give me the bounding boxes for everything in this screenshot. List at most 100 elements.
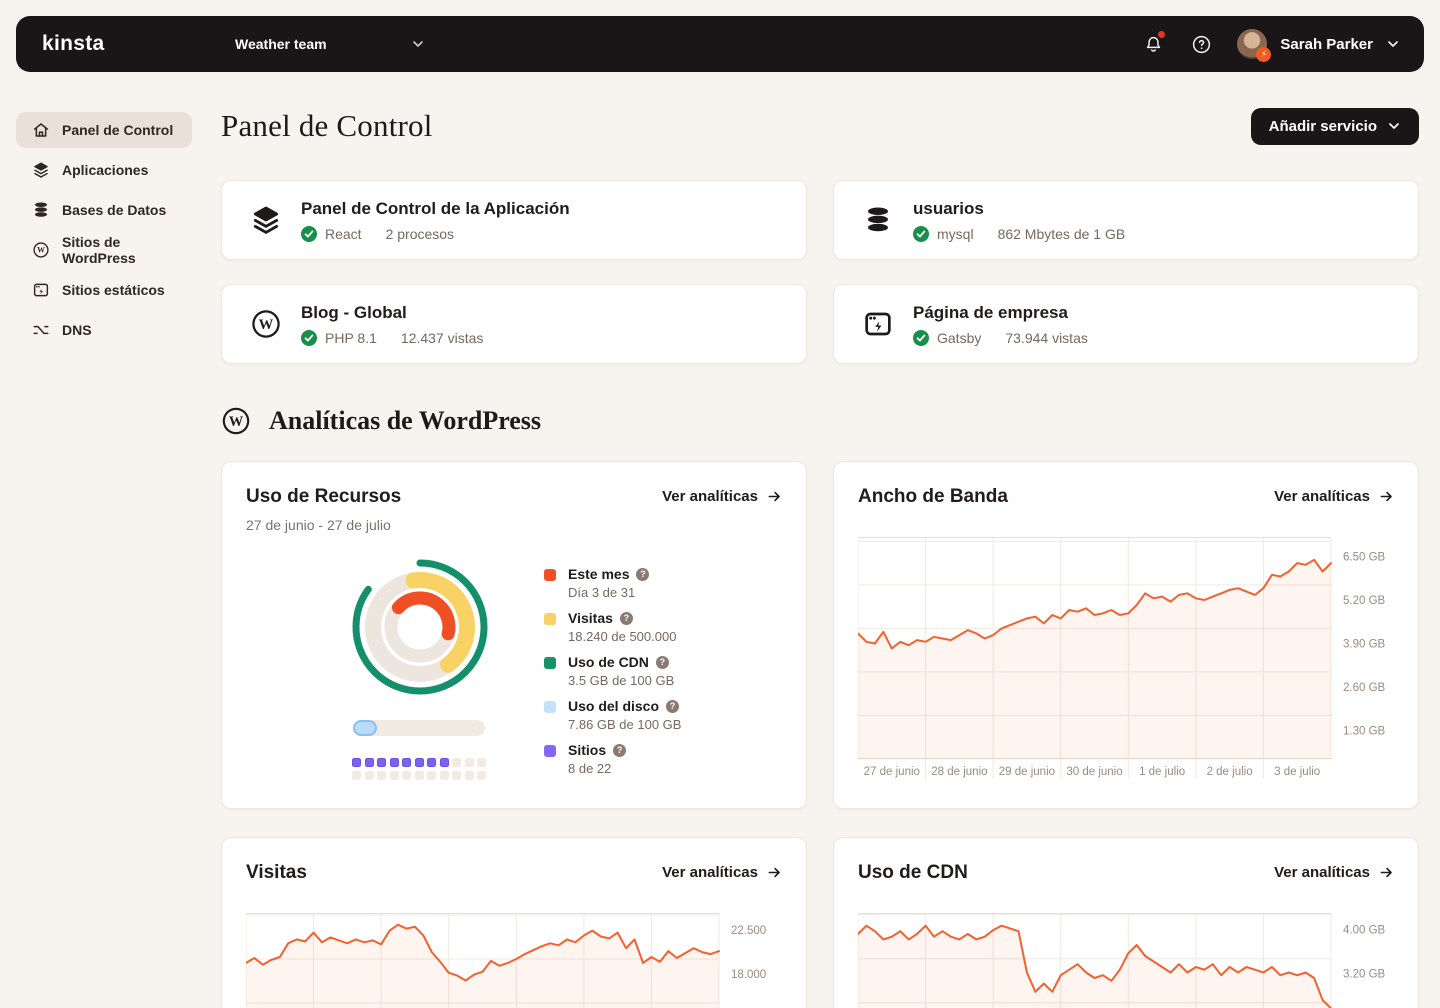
help-icon[interactable]: ? (656, 656, 669, 669)
legend-label: Este mes (568, 566, 629, 582)
check-circle-icon (301, 330, 317, 346)
site-square (440, 771, 449, 780)
help-button[interactable] (1189, 32, 1213, 56)
service-status: Gatsby (937, 330, 981, 346)
card-title: Visitas (246, 862, 307, 884)
sidebar-item-label: Sitios de WordPress (62, 234, 192, 266)
sidebar-item-dns[interactable]: DNS (16, 312, 192, 348)
team-selector[interactable]: Weather team (235, 36, 425, 52)
help-icon (1191, 34, 1212, 55)
service-status: mysql (937, 226, 974, 242)
card-title: Uso de Recursos (246, 486, 401, 508)
database-icon (860, 204, 896, 236)
main-content: Panel de Control Añadir servicio Panel d… (221, 104, 1419, 1008)
arrow-right-icon (767, 865, 782, 880)
legend-swatch (544, 657, 556, 669)
service-status: PHP 8.1 (325, 330, 377, 346)
service-title: Panel de Control de la Aplicación (301, 199, 570, 219)
user-menu[interactable]: ⚡ Sarah Parker (1237, 29, 1400, 59)
site-square (465, 771, 474, 780)
visits-line-chart: 22.50018.000 (246, 913, 784, 1008)
svg-text:4.00 GB: 4.00 GB (1343, 925, 1386, 937)
site-square (390, 758, 399, 767)
help-icon[interactable]: ? (620, 612, 633, 625)
legend-item-uso-de-cdn: Uso de CDN? 3.5 GB de 100 GB (544, 654, 681, 688)
help-icon[interactable]: ? (666, 700, 679, 713)
site-square (452, 758, 461, 767)
service-meta: React 2 procesos (301, 226, 570, 242)
service-card-wordpress-blog[interactable]: W Blog - Global PHP 8.1 12.437 vistas (221, 284, 807, 364)
arrow-right-icon (767, 489, 782, 504)
svg-text:W: W (259, 317, 274, 333)
wordpress-icon: W (32, 241, 50, 259)
site-square (477, 771, 486, 780)
card-title: Uso de CDN (858, 862, 968, 884)
view-analytics-link[interactable]: Ver analíticas (662, 488, 782, 505)
legend-swatch (544, 701, 556, 713)
dns-routes-icon (32, 321, 50, 339)
svg-text:3.20 GB: 3.20 GB (1343, 969, 1386, 981)
sidebar-item-aplicaciones[interactable]: Aplicaciones (16, 152, 192, 188)
legend-item-este-mes: Este mes? Día 3 de 31 (544, 566, 681, 600)
chevron-down-icon (411, 37, 425, 51)
site-square (402, 758, 411, 767)
view-analytics-link[interactable]: Ver analíticas (1274, 864, 1394, 881)
site-square (365, 771, 374, 780)
legend-item-visitas: Visitas? 18.240 de 500.000 (544, 610, 681, 644)
site-square (352, 771, 361, 780)
sites-usage-grid (352, 758, 486, 780)
site-square (452, 771, 461, 780)
sidebar-item-sitios-de-wordpress[interactable]: W Sitios de WordPress (16, 232, 192, 268)
arrow-right-icon (1379, 489, 1394, 504)
service-title: Página de empresa (913, 303, 1088, 323)
sidebar-item-panel-de-control[interactable]: Panel de Control (16, 112, 192, 148)
resources-legend: Este mes? Día 3 de 31 Visitas? 18.240 de… (544, 566, 681, 776)
help-icon[interactable]: ? (636, 568, 649, 581)
analytics-cards: Uso de Recursos Ver analíticas 27 de jun… (221, 461, 1419, 1008)
page-title: Panel de Control (221, 108, 433, 144)
site-square (377, 758, 386, 767)
svg-text:3 de julio: 3 de julio (1274, 766, 1320, 778)
legend-value: 18.240 de 500.000 (568, 629, 676, 644)
sidebar-item-bases-de-datos[interactable]: Bases de Datos (16, 192, 192, 228)
notifications-button[interactable] (1141, 32, 1165, 56)
date-range: 27 de junio - 27 de julio (246, 517, 782, 533)
view-analytics-label: Ver analíticas (1274, 488, 1370, 505)
legend-label: Sitios (568, 742, 606, 758)
service-stat: 2 procesos (386, 226, 454, 242)
svg-text:W: W (37, 246, 45, 255)
view-analytics-link[interactable]: Ver analíticas (662, 864, 782, 881)
view-analytics-link[interactable]: Ver analíticas (1274, 488, 1394, 505)
service-stat: 862 Mbytes de 1 GB (998, 226, 1126, 242)
legend-item-sitios: Sitios? 8 de 22 (544, 742, 681, 776)
add-service-button[interactable]: Añadir servicio (1251, 108, 1419, 145)
service-status: React (325, 226, 362, 242)
chevron-down-icon (1387, 119, 1401, 133)
service-meta: mysql 862 Mbytes de 1 GB (913, 226, 1125, 242)
service-card-application[interactable]: Panel de Control de la Aplicación React … (221, 180, 807, 260)
legend-value: 8 de 22 (568, 761, 626, 776)
site-square (365, 758, 374, 767)
view-analytics-label: Ver analíticas (1274, 864, 1370, 881)
service-stat: 12.437 vistas (401, 330, 484, 346)
layers-icon (248, 204, 284, 236)
home-icon (32, 121, 50, 139)
navbar-right-cluster: ⚡ Sarah Parker (1141, 29, 1400, 59)
database-icon (32, 201, 50, 219)
user-name: Sarah Parker (1280, 36, 1373, 53)
legend-label: Visitas (568, 610, 613, 626)
svg-text:1 de julio: 1 de julio (1139, 766, 1185, 778)
site-square (402, 771, 411, 780)
resource-usage-donut-chart (350, 557, 490, 702)
service-card-static-site[interactable]: Página de empresa Gatsby 73.944 vistas (833, 284, 1419, 364)
legend-value: Día 3 de 31 (568, 585, 649, 600)
legend-swatch (544, 613, 556, 625)
kinsta-logo: kinsta (42, 32, 105, 56)
sidebar-item-sitios-estaticos[interactable]: Sitios estáticos (16, 272, 192, 308)
service-title: usuarios (913, 199, 1125, 219)
service-card-database[interactable]: usuarios mysql 862 Mbytes de 1 GB (833, 180, 1419, 260)
svg-text:18.000: 18.000 (731, 969, 766, 981)
sidebar: Panel de Control Aplicaciones Bases de D… (16, 112, 192, 352)
help-icon[interactable]: ? (613, 744, 626, 757)
svg-text:2 de julio: 2 de julio (1207, 766, 1253, 778)
